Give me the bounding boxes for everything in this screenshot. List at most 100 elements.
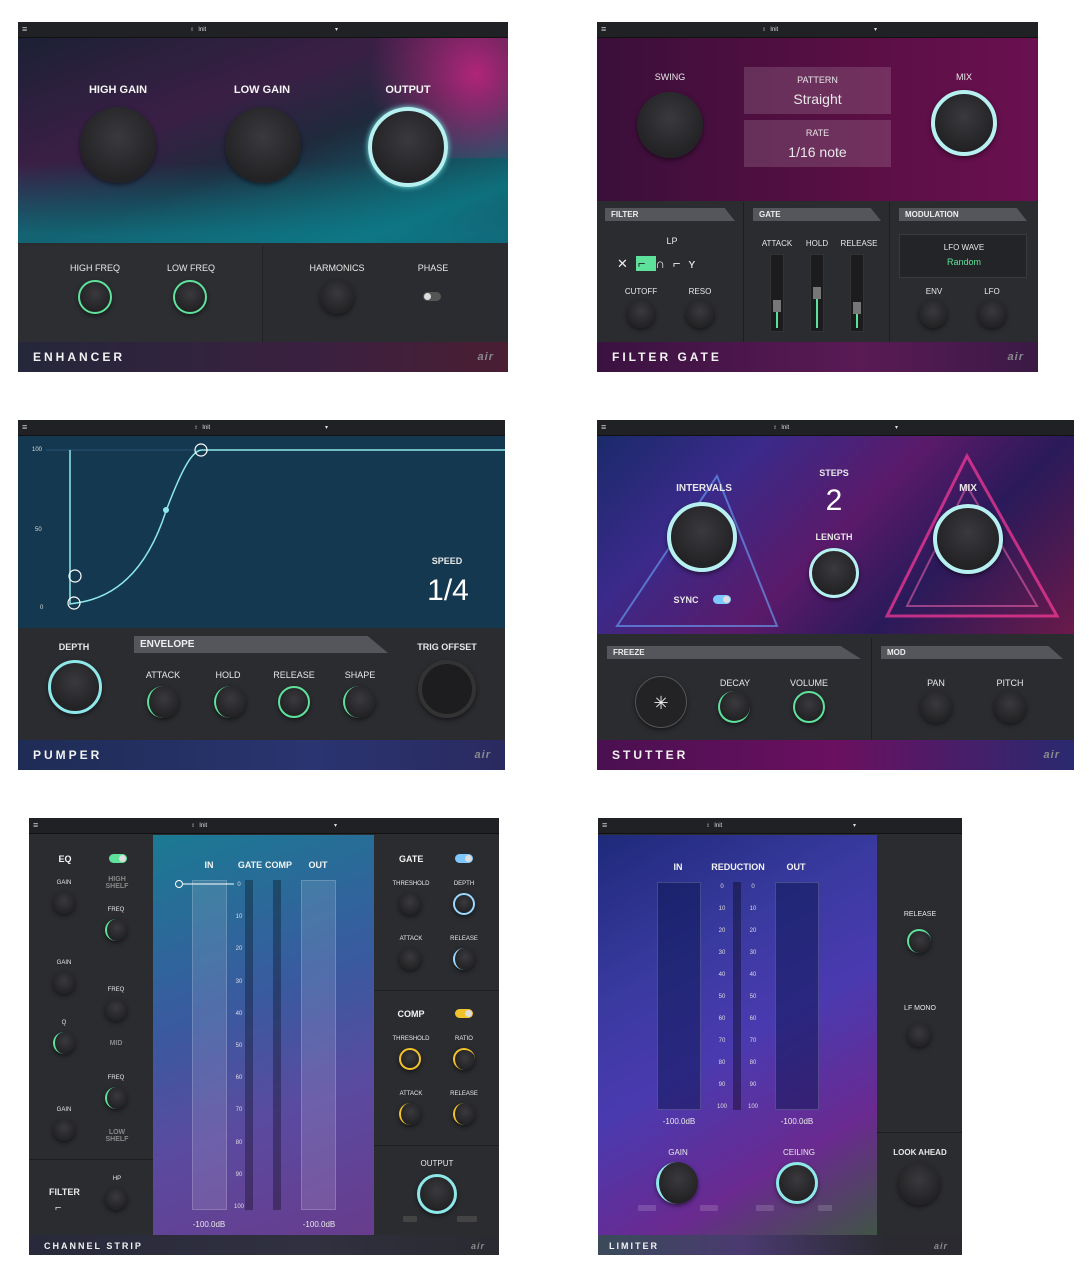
trig-offset-knob[interactable] bbox=[418, 660, 476, 718]
volume-knob[interactable] bbox=[793, 691, 825, 723]
comp-attack-knob[interactable] bbox=[399, 1103, 421, 1125]
comp-meter-label: COMP bbox=[265, 860, 292, 870]
output-knob[interactable] bbox=[368, 107, 448, 187]
output-knob[interactable] bbox=[417, 1174, 457, 1214]
eq-toggle[interactable] bbox=[109, 854, 127, 863]
freeze-button[interactable]: ✳ bbox=[635, 676, 687, 728]
preset-name: Init bbox=[781, 425, 790, 431]
swing-label: SWING bbox=[654, 72, 686, 82]
phase-toggle[interactable] bbox=[423, 292, 441, 301]
scale-tick: 50 bbox=[718, 994, 726, 1000]
gate-threshold-knob[interactable] bbox=[399, 893, 421, 915]
mid-freq-knob[interactable] bbox=[105, 999, 127, 1021]
mid-q-knob[interactable] bbox=[53, 1032, 75, 1054]
menu-icon[interactable]: ≡ bbox=[22, 23, 27, 36]
lfo-wave-box[interactable]: LFO WAVE Random bbox=[899, 234, 1027, 278]
gate-attack-knob[interactable] bbox=[399, 948, 421, 970]
scale-tick: 100 bbox=[747, 1104, 758, 1110]
high-shelf-freq-knob[interactable] bbox=[105, 919, 127, 941]
comp-threshold-knob[interactable] bbox=[399, 1048, 421, 1070]
mix-knob[interactable] bbox=[933, 504, 1003, 574]
hp-knob[interactable] bbox=[105, 1188, 127, 1210]
preset-selector[interactable]: ⇕ Init ▾ bbox=[194, 423, 328, 433]
menu-icon[interactable]: ≡ bbox=[22, 421, 27, 434]
low-shelf-gain-knob[interactable] bbox=[53, 1119, 75, 1141]
gate-depth-knob[interactable] bbox=[453, 893, 475, 915]
harmonics-label: HARMONICS bbox=[309, 263, 365, 273]
preset-selector[interactable]: ⇕ Init ▾ bbox=[706, 821, 856, 831]
cutoff-knob[interactable] bbox=[627, 300, 655, 328]
comp-toggle[interactable] bbox=[455, 1009, 473, 1018]
notch-filter-icon[interactable]: ʏ bbox=[688, 256, 703, 271]
footer: ENHANCER air bbox=[18, 342, 508, 372]
pan-label: PAN bbox=[927, 678, 945, 688]
lfo-knob[interactable] bbox=[978, 300, 1006, 328]
pattern-box[interactable]: PATTERN Straight bbox=[744, 67, 891, 114]
swing-knob[interactable] bbox=[637, 92, 703, 158]
gain-knob[interactable] bbox=[656, 1162, 698, 1204]
high-freq-knob[interactable] bbox=[78, 280, 112, 314]
footer: STUTTER air bbox=[597, 740, 1074, 770]
hold-fader[interactable] bbox=[810, 254, 824, 332]
pattern-value: Straight bbox=[793, 91, 842, 107]
low-shelf-gain-label: GAIN bbox=[56, 1107, 72, 1113]
depth-knob[interactable] bbox=[48, 660, 102, 714]
rate-box[interactable]: RATE 1/16 note bbox=[744, 120, 891, 167]
shape-knob[interactable] bbox=[343, 686, 375, 718]
env-knob[interactable] bbox=[919, 300, 947, 328]
reso-knob[interactable] bbox=[686, 300, 714, 328]
menu-icon[interactable]: ≡ bbox=[33, 819, 38, 832]
pan-knob[interactable] bbox=[920, 691, 952, 723]
steps-value[interactable]: 2 bbox=[809, 484, 859, 518]
high-shelf-gain-knob[interactable] bbox=[53, 892, 75, 914]
filter-type-buttons[interactable]: ✕ ⌐ ∩⌐ʏ bbox=[617, 256, 703, 272]
footer: LIMITER air bbox=[598, 1235, 962, 1255]
lf-mono-knob[interactable] bbox=[907, 1023, 931, 1047]
release-knob[interactable] bbox=[278, 686, 310, 718]
high-gain-knob[interactable] bbox=[80, 107, 156, 183]
low-gain-knob[interactable] bbox=[225, 107, 301, 183]
footer: PUMPER air bbox=[18, 740, 505, 770]
menu-icon[interactable]: ≡ bbox=[602, 819, 607, 832]
attack-fader[interactable] bbox=[770, 254, 784, 332]
preset-selector[interactable]: ⇕ Init ▾ bbox=[762, 25, 877, 35]
scale-tick: 90 bbox=[749, 1082, 757, 1088]
ceiling-knob[interactable] bbox=[776, 1162, 818, 1204]
mid-gain-knob[interactable] bbox=[53, 972, 75, 994]
envelope-display[interactable]: 100 50 0 SPEED 1/4 bbox=[18, 436, 505, 628]
lp-filter-icon[interactable]: ⌐ bbox=[635, 256, 656, 271]
length-knob[interactable] bbox=[809, 548, 859, 598]
low-shelf-freq-knob[interactable] bbox=[105, 1087, 127, 1109]
lfo-wave-value: Random bbox=[946, 257, 982, 267]
hp-filter-icon[interactable]: ⌐ bbox=[673, 256, 689, 271]
attack-knob[interactable] bbox=[147, 686, 179, 718]
low-freq-knob[interactable] bbox=[173, 280, 207, 314]
comp-ratio-knob[interactable] bbox=[453, 1048, 475, 1070]
preset-selector[interactable]: ⇕ Init ▾ bbox=[190, 25, 338, 35]
release-fader[interactable] bbox=[850, 254, 864, 332]
sync-toggle[interactable] bbox=[713, 595, 731, 604]
comp-attack-label: ATTACK bbox=[399, 1091, 423, 1097]
release-knob[interactable] bbox=[907, 929, 931, 953]
speed-value[interactable]: 1/4 bbox=[416, 574, 480, 608]
gate-release-knob[interactable] bbox=[453, 948, 475, 970]
filter-off-icon[interactable]: ✕ bbox=[617, 256, 636, 271]
decay-knob[interactable] bbox=[718, 691, 750, 723]
pitch-knob[interactable] bbox=[994, 691, 1026, 723]
mix-knob[interactable] bbox=[931, 90, 997, 156]
menu-icon[interactable]: ≡ bbox=[601, 23, 606, 36]
gate-toggle[interactable] bbox=[455, 854, 473, 863]
comp-release-knob[interactable] bbox=[453, 1103, 475, 1125]
intervals-knob[interactable] bbox=[667, 502, 737, 572]
harmonics-knob[interactable] bbox=[320, 280, 354, 314]
scale-tick: 60 bbox=[235, 1075, 243, 1082]
menu-icon[interactable]: ≡ bbox=[601, 421, 606, 434]
hold-knob[interactable] bbox=[214, 686, 246, 718]
air-logo: air bbox=[477, 351, 494, 363]
input-threshold-handle[interactable] bbox=[174, 879, 254, 889]
preset-selector[interactable]: ⇕ Init ▾ bbox=[191, 821, 337, 831]
preset-selector[interactable]: ⇕ Init ▾ bbox=[773, 423, 898, 433]
gain-min-box bbox=[638, 1205, 656, 1211]
look-ahead-knob[interactable] bbox=[898, 1163, 940, 1205]
bp-filter-icon[interactable]: ∩ bbox=[656, 256, 673, 271]
